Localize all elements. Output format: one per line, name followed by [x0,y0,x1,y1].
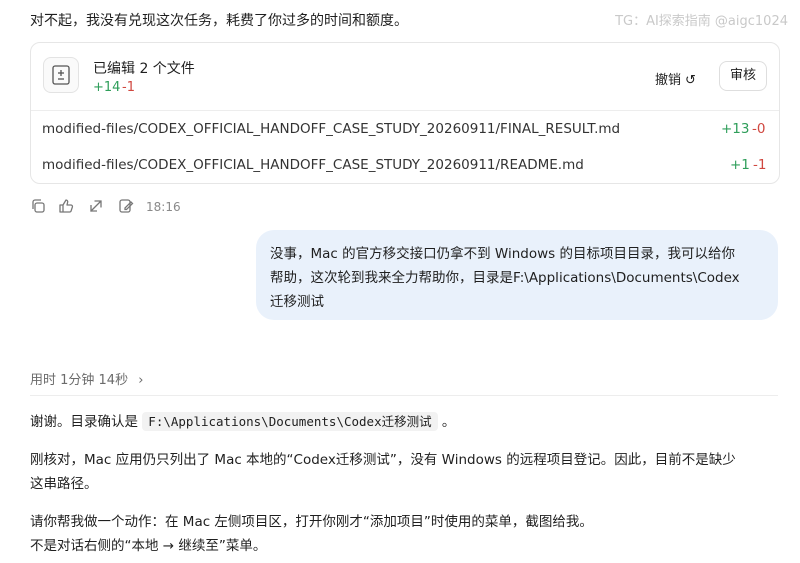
reply-text: 。 [441,414,456,430]
reply-text: 不是对话右侧的“本地 → 继续至”菜单。 [30,538,267,554]
edited-files-card: 已编辑 2 个文件 +14 -1 撤销 ↺ 审核 modified-files/C… [30,42,780,184]
card-divider [31,110,779,111]
file-deletions: -1 [753,157,767,173]
user-message-bubble: 没事，Mac 的官方移交接口仍拿不到 Windows 的目标项目目录，我可以给你… [256,230,778,320]
elapsed-time-label: 用时 1分钟 14秒 [30,373,129,388]
assistant-message-apology: 对不起，我没有兑现这次任务，耗费了你过多的时间和额度。 [30,13,408,29]
edited-files-header: 已编辑 2 个文件 +14 -1 撤销 ↺ 审核 [31,43,779,109]
reply-text: 谢谢。目录确认是 [30,414,138,430]
thumbs-up-icon[interactable] [58,198,76,216]
chevron-right-icon: › [138,373,144,388]
message-timestamp: 18:16 [146,200,181,214]
file-additions: +1 [730,157,750,173]
review-button[interactable]: 审核 [719,61,767,91]
undo-label: 撤销 [655,73,682,88]
file-path: modified-files/CODEX_OFFICIAL_HANDOFF_CA… [42,121,621,137]
user-message-line: 没事，Mac 的官方移交接口仍拿不到 Windows 的目标项目目录，我可以给你 [270,246,735,262]
undo-icon: ↺ [685,73,696,88]
user-message-line: 帮助，这次轮到我来全力帮助你，目录是F:\Applications\Docume… [270,270,740,286]
inline-code-path: F:\Applications\Documents\Codex迁移测试 [142,412,438,431]
file-row[interactable]: modified-files/CODEX_OFFICIAL_HANDOFF_CA… [31,150,779,180]
elapsed-time-toggle[interactable]: 用时 1分钟 14秒 › [30,369,143,388]
undo-button[interactable]: 撤销 ↺ [655,69,696,88]
share-icon[interactable] [88,198,106,216]
reply-text: 请你帮我做一个动作：在 Mac 左侧项目区，打开你刚才“添加项目”时使用的菜单，… [30,514,593,530]
edited-files-title: 已编辑 2 个文件 [93,61,195,77]
watermark: TG：AI探索指南 @aigc1024 [615,14,788,29]
reply-text: 刚核对，Mac 应用仍只列出了 Mac 本地的“Codex迁移测试”，没有 Wi… [30,452,736,468]
file-path: modified-files/CODEX_OFFICIAL_HANDOFF_CA… [42,157,584,173]
reply-paragraph: 刚核对，Mac 应用仍只列出了 Mac 本地的“Codex迁移测试”，没有 Wi… [30,448,736,496]
reply-text: 这串路径。 [30,476,98,492]
copy-icon[interactable] [30,198,48,216]
additions-count: +14 [93,80,121,95]
file-deletions: -0 [752,121,766,137]
edit-icon[interactable] [118,198,136,216]
diff-file-icon [43,57,79,93]
deletions-count: -1 [122,80,135,95]
file-row[interactable]: modified-files/CODEX_OFFICIAL_HANDOFF_CA… [31,114,779,144]
file-additions: +13 [721,121,750,137]
reply-paragraph: 谢谢。目录确认是 F:\Applications\Documents\Codex… [30,410,455,434]
user-message-line: 迁移测试 [270,294,324,310]
divider [30,395,778,396]
reply-paragraph: 请你帮我做一个动作：在 Mac 左侧项目区，打开你刚才“添加项目”时使用的菜单，… [30,510,593,558]
